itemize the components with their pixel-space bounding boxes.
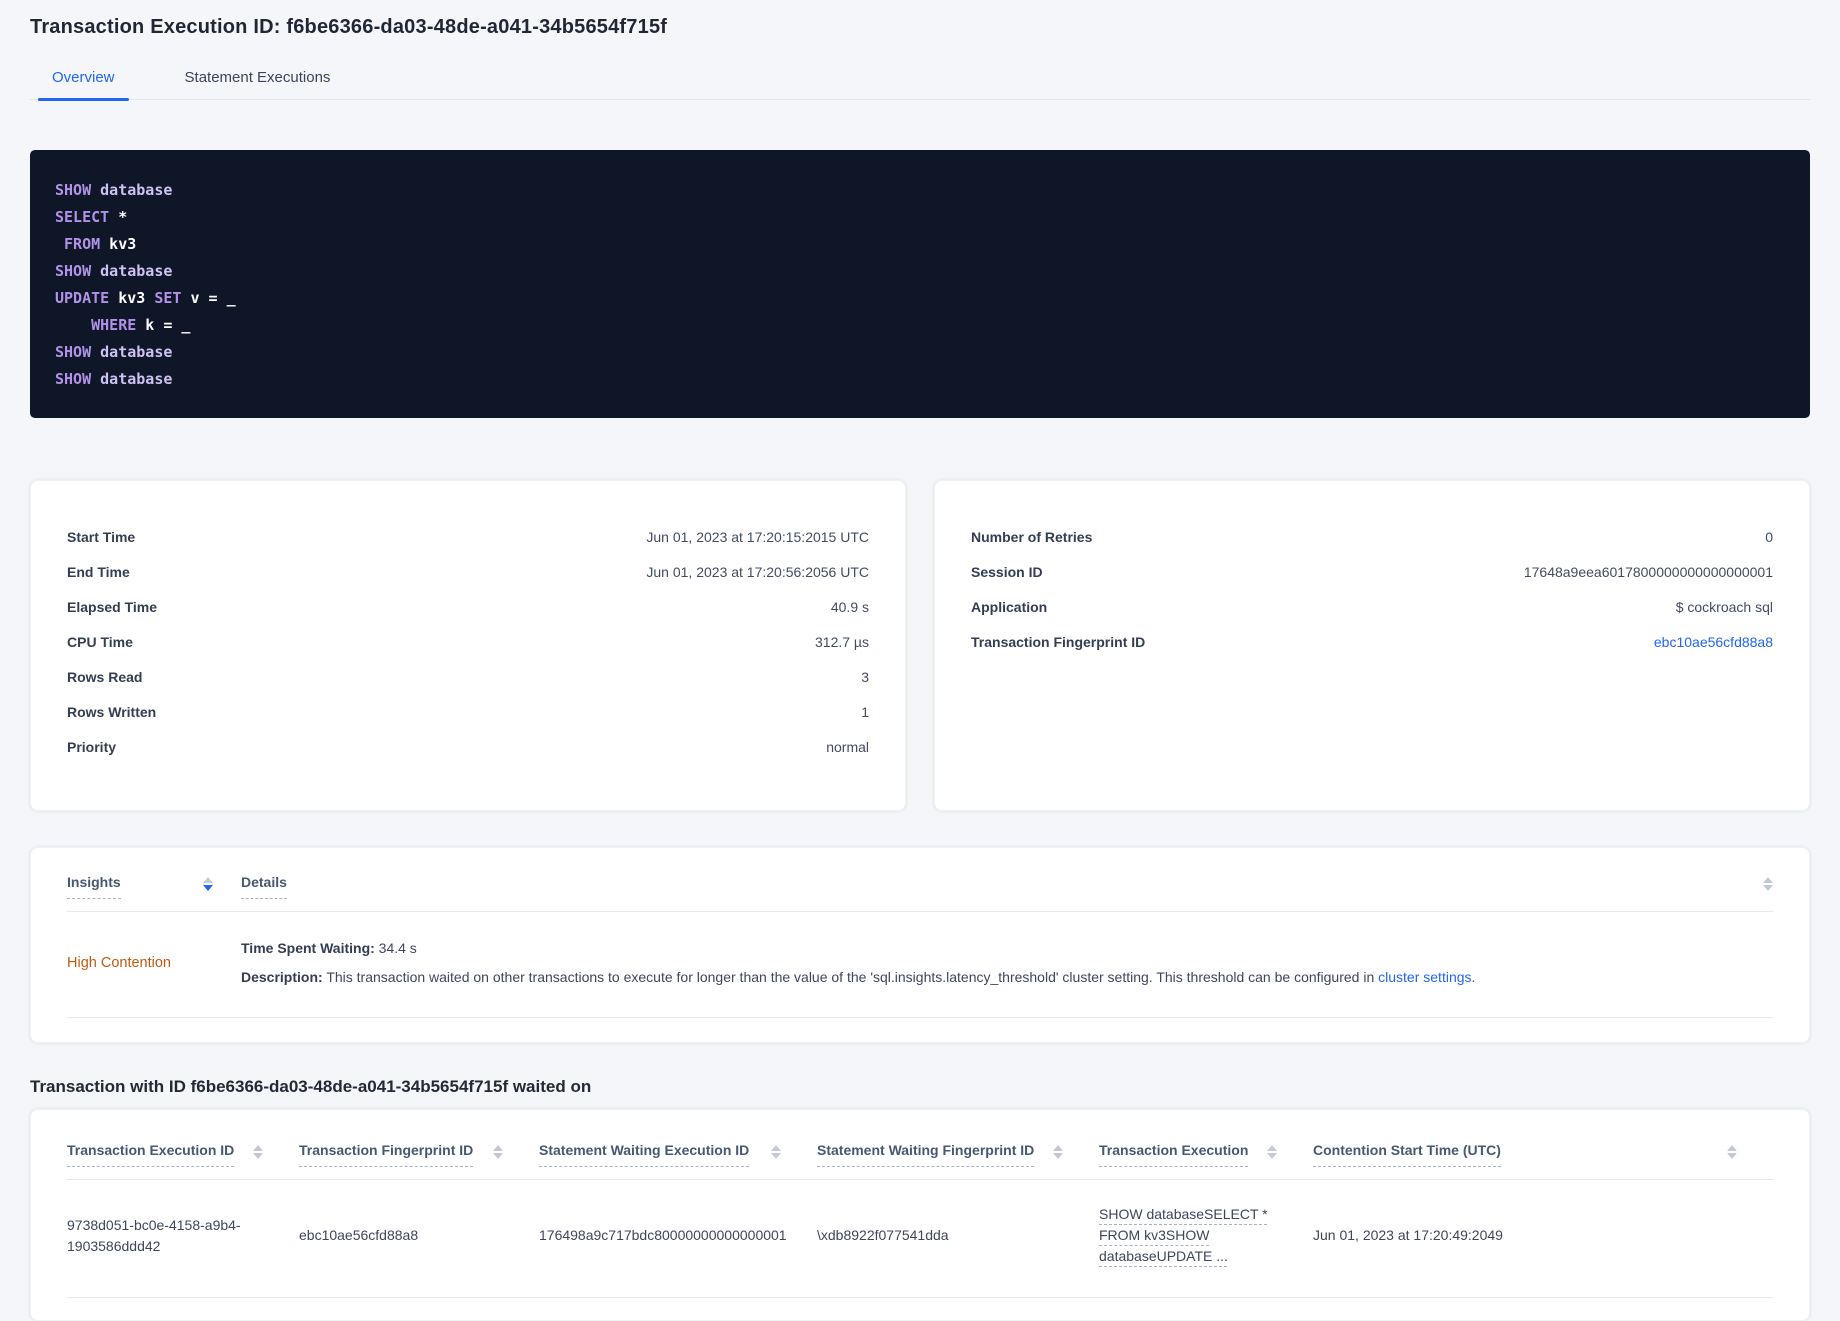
column-header-transaction-fingerprint-id[interactable]: Transaction Fingerprint ID	[299, 1142, 539, 1167]
summary-card-session: Number of Retries 0 Session ID 17648a9eea6…	[934, 480, 1810, 811]
insight-badge-high-contention: High Contention	[67, 954, 171, 971]
insights-table-header: Insights Details	[67, 874, 1773, 912]
waited-on-section-title: Transaction with ID f6be6366-da03-48de-a…	[30, 1077, 592, 1096]
transaction-details-page: Transaction Execution ID: f6be6366-da03-…	[0, 0, 1840, 1321]
column-header-contention-start-time[interactable]: Contention Start Time (UTC)	[1313, 1142, 1773, 1167]
column-header-transaction-execution[interactable]: Transaction Execution	[1099, 1142, 1313, 1167]
row-label: Start Time	[67, 528, 136, 545]
sort-asc-icon[interactable]	[203, 877, 213, 883]
summary-row: Application $ cockroach sql	[971, 589, 1773, 624]
row-label: Rows Read	[67, 668, 143, 685]
summary-row: Transaction Fingerprint ID ebc10ae56cfd88…	[971, 624, 1773, 659]
waited-on-table: Transaction Execution ID Transaction Fin…	[30, 1109, 1810, 1321]
summary-row: Session ID 17648a9eea60178000000000000000…	[971, 554, 1773, 589]
summary-row: Priority normal	[67, 729, 869, 764]
row-value: Jun 01, 2023 at 17:20:15:2015 UTC	[646, 528, 869, 545]
row-value: 312.7 µs	[815, 633, 869, 650]
row-value: Jun 01, 2023 at 17:20:56:2056 UTC	[646, 563, 869, 580]
cell-contention-start-time: Jun 01, 2023 at 17:20:49:2049	[1313, 1227, 1503, 1243]
cell-transaction-execution: SHOW databaseSELECT * FROM kv3SHOW datab…	[1099, 1204, 1313, 1267]
row-label: CPU Time	[67, 633, 133, 650]
row-value: normal	[826, 738, 869, 755]
column-header-statement-waiting-execution-id[interactable]: Statement Waiting Execution ID	[539, 1142, 817, 1167]
sql-statement-box: SHOW database SELECT * FROM kv3 SHOW dat…	[30, 150, 1810, 418]
summary-row: CPU Time 312.7 µs	[67, 624, 869, 659]
row-label: End Time	[67, 563, 130, 580]
row-label: Application	[971, 598, 1048, 615]
sort-icon[interactable]	[771, 1145, 781, 1159]
insight-row: High Contention Time Spent Waiting: 34.4…	[67, 912, 1773, 1018]
tab-statement-executions[interactable]: Statement Executions	[171, 63, 345, 99]
sort-icon[interactable]	[1763, 877, 1773, 899]
sort-icon[interactable]	[1053, 1145, 1063, 1159]
tab-bar: Overview Statement Executions	[30, 63, 1810, 101]
row-value: 17648a9eea6017800000000000000001	[1523, 563, 1773, 580]
description-label: Description:	[241, 969, 323, 985]
insight-details: Time Spent Waiting: 34.4 s Description: …	[241, 938, 1773, 987]
waited-on-table-header: Transaction Execution ID Transaction Fin…	[67, 1142, 1773, 1180]
sql-line: SHOW database	[55, 181, 173, 199]
sort-icon[interactable]	[493, 1145, 503, 1159]
sort-icon[interactable]	[1267, 1145, 1277, 1159]
sort-icon[interactable]	[1727, 1145, 1737, 1159]
sql-line: SHOW database	[55, 370, 173, 388]
cell-transaction-fingerprint-id: ebc10ae56cfd88a8	[299, 1227, 419, 1243]
cell-statement-waiting-fingerprint-id: \xdb8922f077541dda	[817, 1227, 949, 1243]
summary-row: Start Time Jun 01, 2023 at 17:20:15:2015 …	[67, 519, 869, 554]
sort-desc-icon[interactable]	[1763, 885, 1773, 891]
transaction-fingerprint-id-link[interactable]: ebc10ae56cfd88a8	[1654, 634, 1773, 650]
row-value: 40.9 s	[830, 598, 869, 615]
column-header-statement-waiting-fingerprint-id[interactable]: Statement Waiting Fingerprint ID	[817, 1142, 1099, 1167]
column-header-details[interactable]: Details	[241, 874, 1773, 899]
summary-cards-row: Start Time Jun 01, 2023 at 17:20:15:2015 …	[30, 480, 1810, 811]
description-suffix: .	[1471, 969, 1476, 985]
sql-line: SHOW database	[55, 262, 173, 280]
sort-asc-icon[interactable]	[1763, 877, 1773, 883]
time-spent-waiting-label: Time Spent Waiting:	[241, 940, 375, 956]
page-title: Transaction Execution ID: f6be6366-da03-…	[30, 16, 668, 38]
description-text: This transaction waited on other transac…	[322, 969, 1379, 985]
row-value: 0	[1765, 528, 1773, 545]
sql-line: UPDATE kv3 SET v = _	[55, 289, 236, 307]
insights-table: Insights Details High Contention Time Sp…	[30, 847, 1810, 1043]
row-label: Session ID	[971, 563, 1043, 580]
sort-icon[interactable]	[203, 877, 213, 899]
sql-line: WHERE k = _	[91, 316, 191, 334]
column-header-insights[interactable]: Insights	[67, 874, 241, 899]
row-value: 3	[861, 668, 869, 685]
summary-row: Rows Read 3	[67, 659, 869, 694]
sql-line: SHOW database	[55, 343, 173, 361]
summary-row: Rows Written 1	[67, 694, 869, 729]
summary-row: Number of Retries 0	[971, 519, 1773, 554]
row-label: Priority	[67, 738, 117, 755]
summary-row: End Time Jun 01, 2023 at 17:20:56:2056 UT…	[67, 554, 869, 589]
sort-icon[interactable]	[253, 1145, 263, 1159]
cell-transaction-execution-id: 9738d051-bc0e-4158-a9b4-1903586ddd42	[67, 1216, 241, 1254]
row-label: Transaction Fingerprint ID	[971, 633, 1146, 650]
time-spent-waiting: Time Spent Waiting: 34.4 s	[241, 938, 1773, 958]
column-header-insights-label[interactable]: Insights	[67, 874, 121, 899]
column-header-transaction-execution-id[interactable]: Transaction Execution ID	[67, 1142, 299, 1167]
row-label: Elapsed Time	[67, 598, 158, 615]
row-value: 1	[861, 703, 869, 720]
sort-desc-icon[interactable]	[203, 885, 213, 891]
sql-line: FROM kv3	[64, 235, 137, 253]
row-value: $ cockroach sql	[1675, 598, 1773, 615]
summary-card-timing: Start Time Jun 01, 2023 at 17:20:15:2015 …	[30, 480, 906, 811]
row-label: Number of Retries	[971, 528, 1093, 545]
sql-line: SELECT *	[55, 208, 128, 226]
cluster-settings-link[interactable]: cluster settings	[1378, 969, 1471, 985]
summary-row: Elapsed Time 40.9 s	[67, 589, 869, 624]
insight-description: Description: This transaction waited on …	[241, 967, 1773, 987]
transaction-execution-link[interactable]: SHOW databaseSELECT * FROM kv3SHOW datab…	[1099, 1206, 1268, 1264]
column-header-details-label[interactable]: Details	[241, 874, 287, 899]
time-spent-waiting-value: 34.4 s	[374, 940, 417, 956]
row-label: Rows Written	[67, 703, 157, 720]
cell-statement-waiting-execution-id: 176498a9c717bdc80000000000000001	[539, 1227, 787, 1243]
waited-on-table-row: 9738d051-bc0e-4158-a9b4-1903586ddd42 ebc…	[67, 1180, 1773, 1298]
tab-overview[interactable]: Overview	[38, 63, 129, 101]
